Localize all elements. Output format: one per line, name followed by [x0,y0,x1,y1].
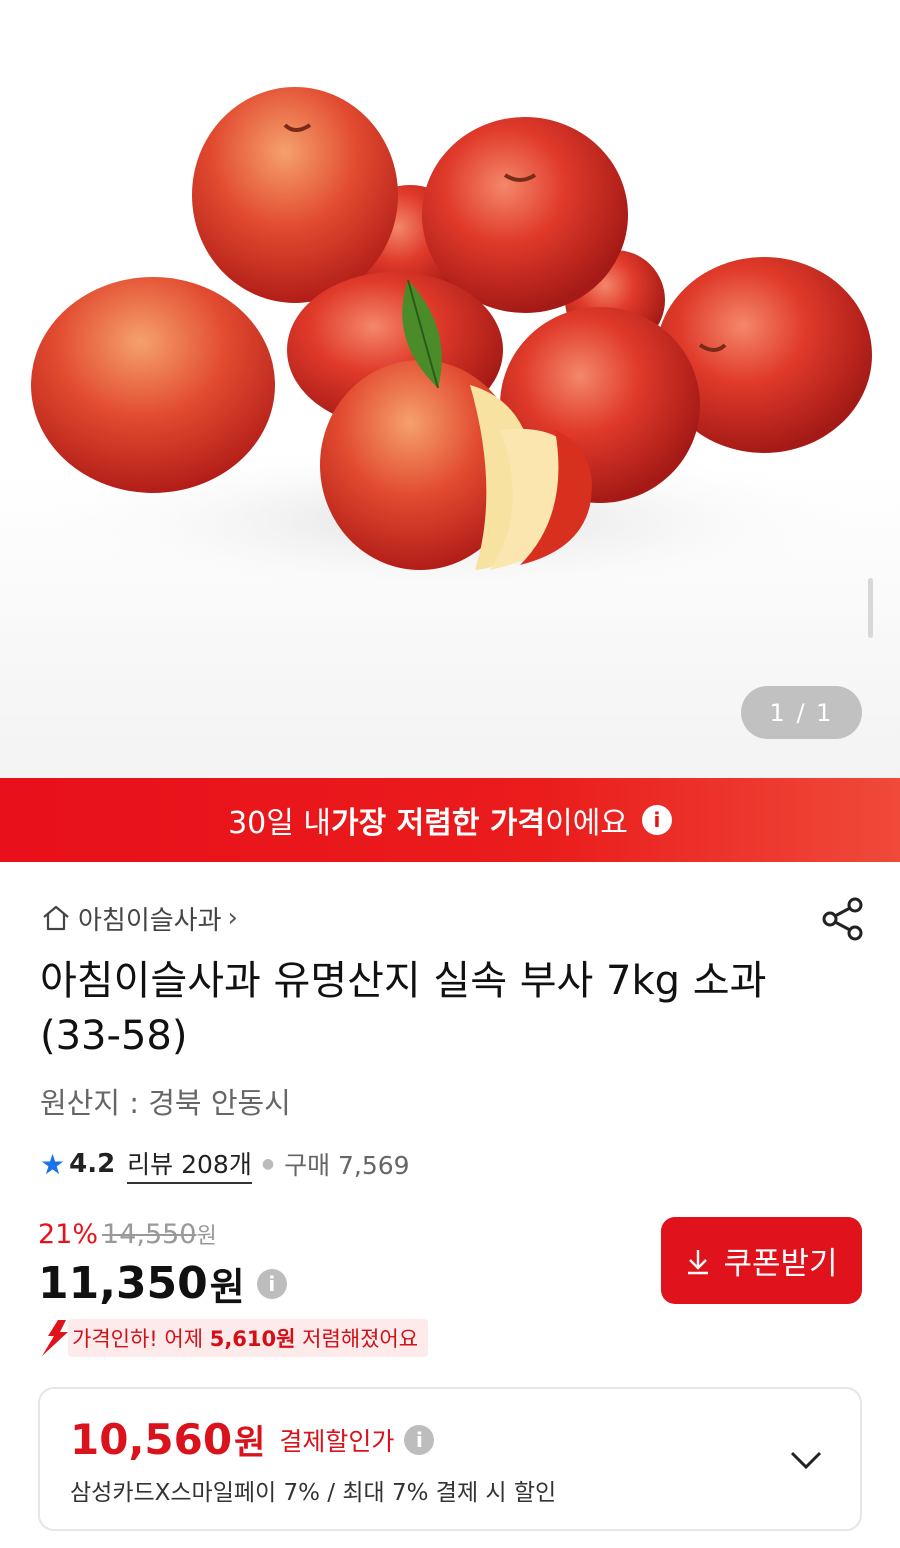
payment-price: 10,560 [70,1415,233,1464]
price-drop-notice: 가격인하! 어제 5,610원 저렴해졌어요 [38,1318,429,1358]
product-image [30,87,872,600]
star-icon: ★ [40,1147,66,1181]
price-drop-post: 저렴해졌어요 [295,1327,419,1351]
original-price-unit: 원 [196,1224,217,1249]
payment-discount-card[interactable]: 10,560 원 결제할인가 i 삼성카드X스마일페이 7% / 최대 7% 결… [38,1387,862,1531]
product-origin: 원산지 : 경북 안동시 [40,1086,291,1120]
info-icon[interactable]: i [256,1268,287,1299]
coupon-button[interactable]: 쿠폰받기 [661,1217,862,1304]
arrow-down-icon [42,1320,68,1356]
home-icon [43,905,69,931]
current-price: 11,350 [38,1258,208,1309]
price-row: 11,350 원 i [38,1256,287,1311]
discount-percent: 21% [38,1219,99,1250]
payment-price-line: 10,560 원 결제할인가 i [70,1415,435,1464]
lowest-price-banner[interactable]: 30일 내 가장 저렴한 가격 이에요 i [0,778,900,862]
payment-price-label: 결제할인가 [279,1426,395,1456]
payment-discount-detail: 삼성카드X스마일페이 7% / 최대 7% 결제 시 할인 [70,1480,557,1506]
info-icon[interactable]: i [404,1424,435,1455]
download-icon [688,1249,709,1274]
coupon-button-label: 쿠폰받기 [723,1246,838,1281]
discount-row: 21% 14,550 원 [38,1218,217,1250]
separator-dot: ● [261,1156,275,1172]
rating-score: 4.2 [69,1149,116,1179]
image-scroll-indicator [868,578,873,638]
price-drop-pre: 가격인하! 어제 [72,1327,210,1351]
payment-price-unit: 원 [234,1423,266,1463]
image-pager: 1 / 1 [741,686,862,739]
store-name: 아침이슬사과 [78,905,222,936]
chevron-right-icon: › [227,903,238,933]
review-link[interactable]: 리뷰 208개 [127,1145,252,1184]
product-title: 아침이슬사과 유명산지 실속 부사 7kg 소과(33-58) [40,958,767,1059]
chevron-down-icon[interactable] [788,1445,824,1475]
banner-text-pre: 30일 내 [228,806,331,841]
share-icon[interactable] [820,895,866,943]
purchase-count: 구매 7,569 [284,1151,410,1180]
store-link[interactable]: 아침이슬사과 › [40,898,238,938]
current-price-unit: 원 [209,1265,245,1309]
price-drop-amount: 5,610원 [209,1327,296,1351]
banner-text-bold: 가장 저렴한 가격 [331,806,546,841]
rating-row: ★ 4.2 리뷰 208개 ● 구매 7,569 [40,1144,410,1184]
banner-text-post: 이에요 [545,806,628,841]
price-drop-text: 가격인하! 어제 5,610원 저렴해졌어요 [68,1319,429,1357]
info-icon[interactable]: i [641,805,672,835]
product-image-gallery[interactable]: 1 / 1 [0,0,900,778]
original-price: 14,550 [102,1219,197,1250]
